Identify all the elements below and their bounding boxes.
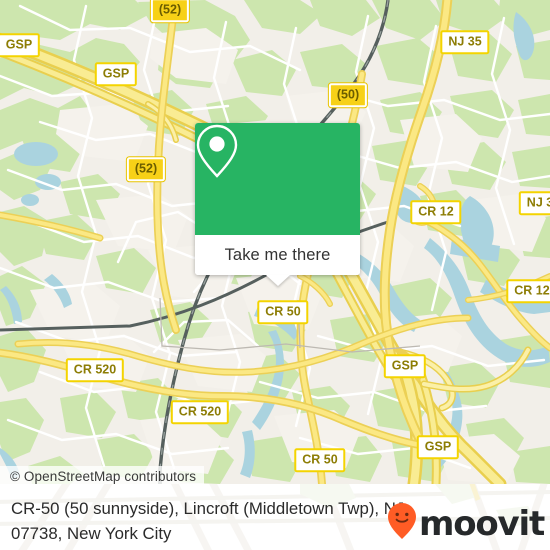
- shield-2: GSP: [94, 62, 138, 86]
- shield-6: CR 12: [410, 200, 462, 224]
- footer-bar: CR-50 (50 sunnyside), Lincroft (Middleto…: [0, 484, 550, 550]
- shield-8: CR 12: [506, 279, 550, 303]
- address-line-1: CR-50 (50 sunnyside), Lincroft (Middleto…: [11, 499, 405, 518]
- shield-3: NJ 35: [440, 30, 490, 54]
- shield-7: NJ 3: [518, 191, 550, 215]
- shield-0: (52): [150, 0, 190, 22]
- moovit-wordmark: moovit: [418, 503, 545, 544]
- shield-1: GSP: [0, 33, 41, 57]
- shield-12: CR 520: [170, 400, 230, 424]
- moovit-map-screen: (52) GSP GSP NJ 35 (50) (52) CR 12 NJ 3 …: [0, 0, 550, 550]
- shield-4: (50): [328, 83, 368, 107]
- moovit-logo[interactable]: moovit: [387, 502, 545, 545]
- moovit-pin-icon: [387, 502, 417, 545]
- shield-11: GSP: [383, 354, 427, 378]
- take-me-there-button[interactable]: Take me there: [195, 235, 360, 275]
- map-attribution[interactable]: © OpenStreetMap contributors: [0, 466, 205, 484]
- location-popup-card[interactable]: Take me there: [195, 123, 360, 286]
- shield-13: GSP: [416, 435, 460, 459]
- address-line-2: 07738, New York City: [11, 524, 172, 543]
- shield-9: CR 50: [257, 300, 309, 324]
- map-canvas[interactable]: (52) GSP GSP NJ 35 (50) (52) CR 12 NJ 3 …: [0, 0, 550, 484]
- shield-5: (52): [126, 157, 166, 181]
- popup-image-header: [195, 123, 360, 235]
- shield-14: CR 50: [294, 448, 346, 472]
- popup-pointer-tail: [265, 275, 290, 286]
- address-text: CR-50 (50 sunnyside), Lincroft (Middleto…: [11, 496, 416, 546]
- shield-10: CR 520: [65, 358, 125, 382]
